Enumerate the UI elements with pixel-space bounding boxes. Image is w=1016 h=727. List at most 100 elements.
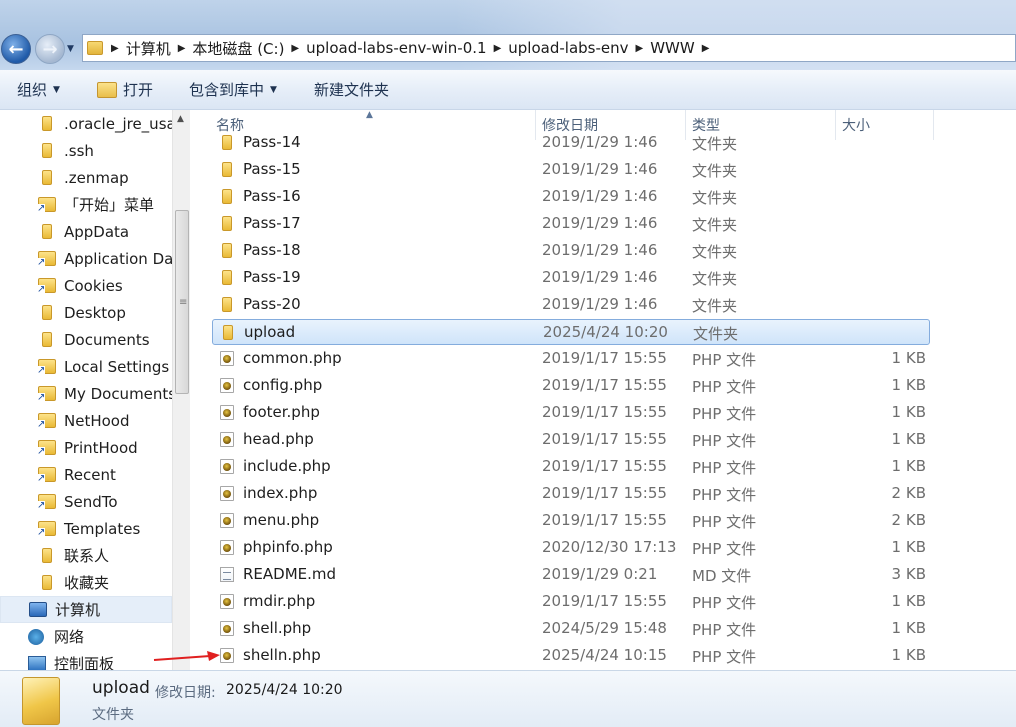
- nav-item[interactable]: Templates: [0, 515, 172, 542]
- nav-item-label: 收藏夹: [64, 574, 110, 592]
- file-type: PHP 文件: [692, 486, 757, 504]
- file-size: 1 KB: [891, 457, 926, 475]
- chevron-right-icon[interactable]: ▶: [700, 43, 712, 54]
- folder-icon: [222, 297, 232, 312]
- details-name: upload: [92, 678, 150, 698]
- scrollbar-thumb[interactable]: ≡: [175, 210, 189, 394]
- nav-item[interactable]: Documents: [0, 326, 172, 353]
- file-name: Pass-18: [243, 241, 301, 259]
- file-type: 文件夹: [692, 243, 738, 261]
- include-in-library-button[interactable]: 包含到库中 ▼: [189, 79, 277, 100]
- file-name: rmdir.php: [243, 592, 316, 610]
- control-panel-icon: [28, 656, 46, 670]
- back-button[interactable]: ←: [1, 34, 31, 64]
- include-in-library-label: 包含到库中: [189, 81, 265, 99]
- file-date: 2025/4/24 10:20: [543, 323, 668, 341]
- file-row[interactable]: Pass-19 2019/1/29 1:46 文件夹: [212, 265, 930, 291]
- open-label: 打开: [123, 81, 154, 99]
- chevron-right-icon[interactable]: ▶: [634, 43, 646, 54]
- nav-item[interactable]: .zenmap: [0, 164, 172, 191]
- file-row[interactable]: Pass-18 2019/1/29 1:46 文件夹: [212, 238, 930, 264]
- file-size: 1 KB: [891, 430, 926, 448]
- scroll-up-icon[interactable]: ▲: [177, 114, 184, 124]
- file-row[interactable]: menu.php 2019/1/17 15:55 PHP 文件 2 KB: [212, 508, 930, 534]
- nav-item-label: Local Settings: [64, 357, 170, 376]
- file-date: 2019/1/17 15:55: [542, 457, 667, 475]
- file-row[interactable]: Pass-14 2019/1/29 1:46 文件夹: [212, 130, 930, 156]
- file-row[interactable]: shell.php 2024/5/29 15:48 PHP 文件 1 KB: [212, 616, 930, 642]
- php-file-icon: [220, 486, 234, 501]
- file-type: PHP 文件: [692, 540, 757, 558]
- text-file-icon: [220, 567, 234, 582]
- chevron-right-icon[interactable]: ▶: [109, 43, 121, 54]
- file-row[interactable]: Pass-16 2019/1/29 1:46 文件夹: [212, 184, 930, 210]
- file-row[interactable]: head.php 2019/1/17 15:55 PHP 文件 1 KB: [212, 427, 930, 453]
- nav-item[interactable]: 联系人: [0, 542, 172, 569]
- file-type: PHP 文件: [692, 351, 757, 369]
- file-row[interactable]: Pass-17 2019/1/29 1:46 文件夹: [212, 211, 930, 237]
- nav-item-network[interactable]: 网络: [0, 623, 172, 650]
- chevron-down-icon: ▼: [53, 84, 60, 95]
- nav-item[interactable]: .oracle_jre_usa: [0, 110, 172, 137]
- new-folder-button[interactable]: 新建文件夹: [314, 79, 389, 100]
- file-row[interactable]: Pass-15 2019/1/29 1:46 文件夹: [212, 157, 930, 183]
- shortcut-folder-icon: [37, 440, 56, 457]
- file-row[interactable]: include.php 2019/1/17 15:55 PHP 文件 1 KB: [212, 454, 930, 480]
- nav-item[interactable]: 收藏夹: [0, 569, 172, 596]
- nav-item-label: SendTo: [64, 492, 118, 511]
- nav-item-label: NetHood: [64, 411, 130, 430]
- nav-item[interactable]: Local Settings: [0, 353, 172, 380]
- nav-item[interactable]: Application Da: [0, 245, 172, 272]
- open-button[interactable]: 打开: [97, 79, 153, 100]
- breadcrumb-upload-labs-env-win[interactable]: upload-labs-env-win-0.1: [301, 39, 491, 57]
- breadcrumb-computer[interactable]: 计算机: [121, 38, 176, 59]
- file-row[interactable]: rmdir.php 2019/1/17 15:55 PHP 文件 1 KB: [212, 589, 930, 615]
- file-row[interactable]: upload 2025/4/24 10:20 文件夹: [212, 319, 930, 345]
- php-file-icon: [220, 648, 234, 663]
- file-date: 2019/1/17 15:55: [542, 403, 667, 421]
- breadcrumb-www[interactable]: WWW: [645, 39, 700, 57]
- chevron-right-icon[interactable]: ▶: [492, 43, 504, 54]
- file-size: 2 KB: [891, 511, 926, 529]
- file-size: 1 KB: [891, 619, 926, 637]
- file-row[interactable]: footer.php 2019/1/17 15:55 PHP 文件 1 KB: [212, 400, 930, 426]
- nav-item-computer[interactable]: 计算机: [0, 596, 172, 623]
- php-file-icon: [220, 513, 234, 528]
- file-size: 2 KB: [891, 484, 926, 502]
- forward-button[interactable]: →: [35, 34, 65, 64]
- file-row[interactable]: config.php 2019/1/17 15:55 PHP 文件 1 KB: [212, 373, 930, 399]
- file-row[interactable]: index.php 2019/1/17 15:55 PHP 文件 2 KB: [212, 481, 930, 507]
- nav-item[interactable]: 「开始」菜单: [0, 191, 172, 218]
- address-bar-area: ← → ▼ ▶ 计算机 ▶ 本地磁盘 (C:) ▶ upload-labs-en…: [0, 0, 1016, 70]
- organize-button[interactable]: 组织 ▼: [17, 79, 60, 100]
- nav-item-label: .ssh: [64, 141, 94, 160]
- file-row[interactable]: phpinfo.php 2020/12/30 17:13 PHP 文件 1 KB: [212, 535, 930, 561]
- file-size: 1 KB: [891, 376, 926, 394]
- nav-item[interactable]: Desktop: [0, 299, 172, 326]
- address-path[interactable]: ▶ 计算机 ▶ 本地磁盘 (C:) ▶ upload-labs-env-win-…: [82, 34, 1016, 62]
- nav-item[interactable]: Cookies: [0, 272, 172, 299]
- nav-item-label: 计算机: [55, 601, 101, 619]
- nav-item[interactable]: Recent: [0, 461, 172, 488]
- nav-item[interactable]: My Documents: [0, 380, 172, 407]
- file-row[interactable]: shelln.php 2025/4/24 10:15 PHP 文件 1 KB: [212, 643, 930, 669]
- recent-pages-dropdown[interactable]: ▼: [67, 44, 74, 54]
- nav-item[interactable]: NetHood: [0, 407, 172, 434]
- nav-item[interactable]: SendTo: [0, 488, 172, 515]
- nav-item-control-panel[interactable]: 控制面板: [0, 650, 172, 670]
- navigation-scrollbar[interactable]: ▲ ≡: [172, 110, 190, 670]
- file-row[interactable]: Pass-20 2019/1/29 1:46 文件夹: [212, 292, 930, 318]
- nav-item[interactable]: .ssh: [0, 137, 172, 164]
- arrow-left-icon: ←: [8, 38, 24, 60]
- file-name: shell.php: [243, 619, 312, 637]
- file-row[interactable]: README.md 2019/1/29 0:21 MD 文件 3 KB: [212, 562, 930, 588]
- nav-item[interactable]: AppData: [0, 218, 172, 245]
- chevron-right-icon[interactable]: ▶: [176, 43, 188, 54]
- details-pane: upload 修改日期: 2025/4/24 10:20 文件夹: [0, 670, 1016, 727]
- chevron-right-icon[interactable]: ▶: [289, 43, 301, 54]
- file-row[interactable]: common.php 2019/1/17 15:55 PHP 文件 1 KB: [212, 346, 930, 372]
- breadcrumb-local-disk[interactable]: 本地磁盘 (C:): [187, 38, 289, 59]
- breadcrumb-upload-labs-env[interactable]: upload-labs-env: [503, 39, 633, 57]
- nav-item[interactable]: PrintHood: [0, 434, 172, 461]
- nav-item-label: My Documents: [64, 384, 172, 403]
